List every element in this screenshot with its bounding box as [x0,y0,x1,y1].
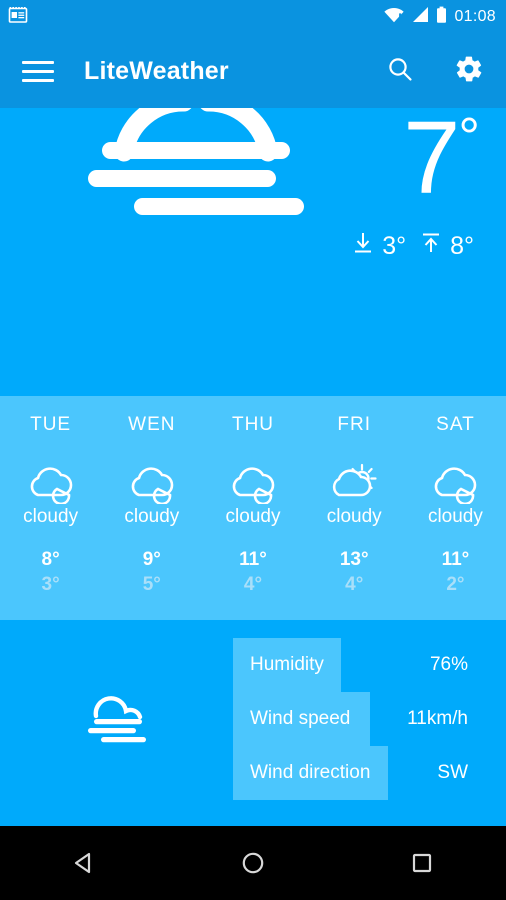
forecast-day[interactable]: WEN cloudy 9° 5° [101,414,202,620]
detail-row: Wind speed 11km/h [233,692,506,746]
detail-label: Wind speed [233,692,370,746]
forecast-day-high: 11° [239,549,267,570]
hamburger-menu-icon[interactable] [22,60,54,82]
cellular-signal-icon [411,6,429,28]
partly-sunny-icon [328,462,380,504]
forecast-day-desc: cloudy [23,506,79,527]
cloudy-icon [429,462,481,504]
forecast-day-low: 4° [243,574,263,595]
forecast-day-desc: cloudy [225,506,281,527]
forecast-day[interactable]: TUE cloudy 8° 3° [0,414,101,620]
forecast-day-low: 5° [142,574,161,595]
forecast-day-high: 11° [441,549,470,570]
search-icon[interactable] [386,55,414,88]
forecast-day-name: TUE [30,414,72,435]
detail-value: SW [437,762,468,783]
system-navigation-bar [0,826,506,900]
temperature-range: 3° 8° [352,230,480,263]
current-temperature: 7° [403,108,480,209]
forecast-day[interactable]: THU cloudy 11° 4° [202,414,303,620]
forecast-day-name: FRI [337,414,372,435]
forecast-day-low: 2° [446,574,465,595]
forecast-day[interactable]: SAT cloudy 11° 2° [405,414,506,620]
app-bar: LiteWeather [0,34,506,108]
forecast-day-high: 13° [339,549,369,570]
forecast-day-low: 3° [41,574,60,595]
degree-symbol: ° [458,108,480,167]
arrow-up-to-line-icon [420,230,442,263]
arrow-down-to-line-icon [352,230,374,263]
forecast-day[interactable]: FRI cloudy 13° 4° [304,414,405,620]
detail-value: 11km/h [407,708,468,729]
forecast-section: TUE cloudy 8° 3° WEN cloudy 9° 5° THU cl… [0,396,506,620]
current-weather-section: 7° 3° 8° [0,108,506,396]
detail-row: Wind direction SW [233,746,506,800]
forecast-day-desc: cloudy [124,506,180,527]
detail-row: Humidity 76% [233,638,506,692]
detail-value: 76% [429,654,468,675]
news-icon [8,5,28,30]
current-temperature-value: 7 [403,108,460,215]
back-triangle-icon[interactable] [34,848,134,878]
forecast-day-name: SAT [436,414,475,435]
home-circle-icon[interactable] [203,848,303,878]
cloudy-icon [25,462,77,504]
detail-label: Wind direction [233,746,388,800]
recents-square-icon[interactable] [372,849,472,877]
gear-icon[interactable] [454,54,484,89]
forecast-day-desc: cloudy [427,506,483,527]
cloudy-icon [126,462,178,504]
wifi-warning-icon [384,6,405,28]
forecast-day-low: 4° [345,574,364,595]
fog-icon [0,692,233,744]
forecast-day-desc: cloudy [326,506,382,527]
battery-icon [436,6,447,29]
details-section: Humidity 76% Wind speed 11km/h Wind dire… [0,620,506,816]
fog-icon [88,108,304,236]
forecast-day-high: 8° [41,549,60,570]
cloudy-icon [227,462,279,504]
min-temperature: 3° [382,232,407,260]
forecast-day-name: WEN [128,414,176,435]
forecast-day-high: 9° [142,549,161,570]
detail-label: Humidity [233,638,341,692]
max-temperature: 8° [450,232,474,260]
status-bar: 01:08 [0,0,506,34]
forecast-day-name: THU [231,414,275,435]
status-bar-clock: 01:08 [454,8,496,25]
page-title: LiteWeather [84,56,229,85]
details-rows: Humidity 76% Wind speed 11km/h Wind dire… [233,638,506,800]
